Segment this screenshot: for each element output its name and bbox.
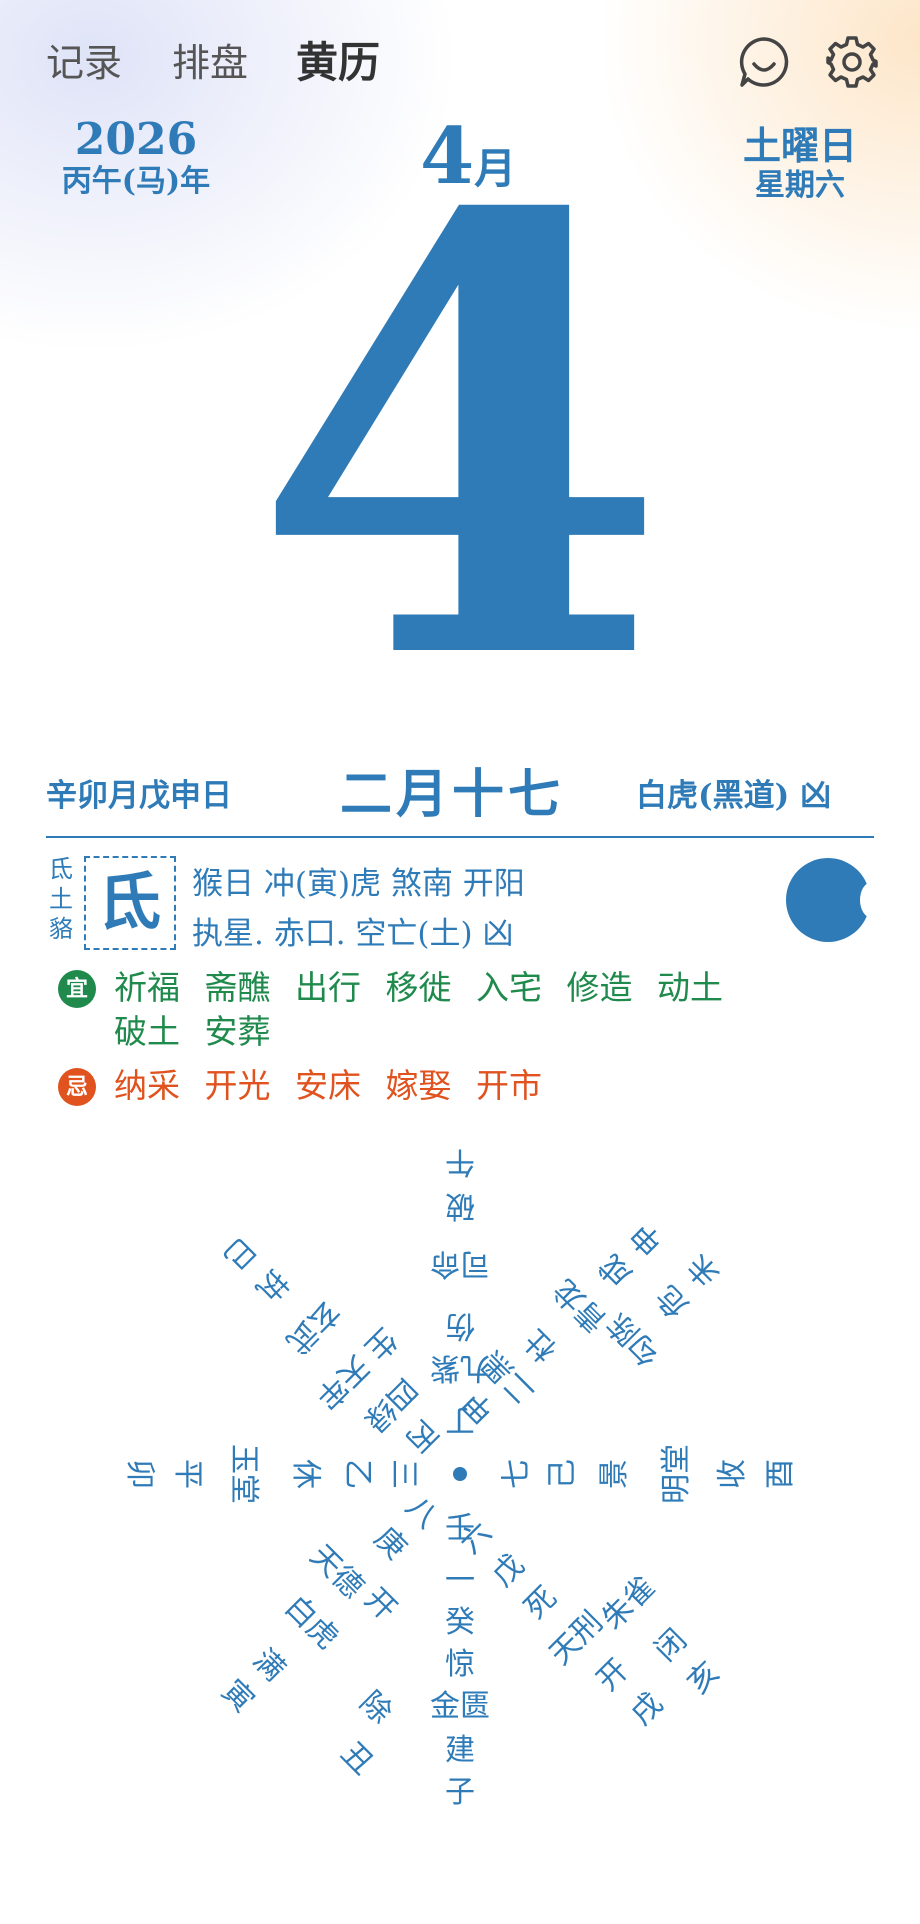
compass-label: 酉 — [763, 1459, 798, 1489]
top-nav: 记录 排盘 黄历 — [0, 32, 700, 92]
yi-badge: 宜 — [58, 970, 96, 1008]
compass-label: 白虎 — [278, 1589, 345, 1656]
smiley-chat-icon[interactable] — [736, 34, 792, 90]
ganzhi-year: 丙午(马)年 — [61, 164, 211, 199]
compass-label: 金匮 — [430, 1689, 490, 1724]
compass-label: 丑 — [334, 1736, 380, 1782]
compass-label: 开 — [590, 1652, 636, 1698]
compass-center-dot — [453, 1467, 467, 1481]
compass-label: 司命 — [430, 1246, 490, 1281]
compass-label: 玄武 — [279, 1293, 346, 1360]
mansion-small-text: 氐土貉 — [49, 855, 73, 943]
compass-label: 戊 — [485, 1548, 531, 1594]
compass-label: 天德 — [303, 1538, 370, 1605]
compass-label: 收 — [715, 1459, 750, 1489]
compass-label: 伤 — [445, 1308, 475, 1343]
compass-label: 丙 — [398, 1412, 444, 1458]
moon-phase-icon — [786, 858, 870, 942]
compass-svg: 午破司命伤九紫丁壬一癸惊金匮建子未危勾陈申成青龙杜二黑甲巳执玄武天牢生四绿丙酉收… — [122, 1144, 798, 1810]
compass-label: 巳 — [216, 1230, 262, 1276]
compass-label: 生 — [357, 1321, 403, 1367]
compass-label: 玉堂 — [226, 1444, 261, 1504]
tab-almanac[interactable]: 黄历 — [296, 29, 380, 90]
compass-label: 寅 — [215, 1673, 261, 1719]
compass-label: 三 — [386, 1459, 421, 1489]
compass-label: 七 — [499, 1459, 534, 1489]
ganzhi-month-day: 辛卯月戊申日 — [46, 778, 232, 814]
compass-label: 执 — [249, 1263, 295, 1309]
ji-badge: 忌 — [58, 1068, 96, 1106]
compass-label: 未 — [681, 1247, 727, 1293]
detail-line-2: 执星. 赤口. 空亡(土) 凶 — [192, 916, 514, 952]
weekday-cn: 星期六 — [755, 168, 845, 203]
compass-label: 亥 — [681, 1655, 727, 1701]
compass-label: 己 — [545, 1459, 580, 1489]
compass-label: 满 — [246, 1642, 292, 1688]
compass-label: 建 — [445, 1733, 475, 1768]
compass-label: 惊 — [445, 1647, 475, 1682]
compass-diagram: 午破司命伤九紫丁壬一癸惊金匮建子未危勾陈申成青龙杜二黑甲巳执玄武 天牢生四绿丙酉收… — [0, 1130, 920, 1910]
compass-label: 午 — [445, 1144, 475, 1179]
weekday-block: 土曜日 星期六 — [720, 124, 880, 204]
compass-label: 开 — [357, 1581, 403, 1627]
year-block: 2026 丙午(马)年 — [46, 116, 226, 200]
compass-label: 子 — [445, 1775, 475, 1810]
info-row: 辛卯月戊申日 二月十七 白虎(黑道) 凶 — [0, 760, 920, 825]
compass-label: 八 — [398, 1490, 444, 1536]
detail-line-1: 猴日 冲(寅)虎 煞南 开阳 — [192, 866, 525, 902]
ji-list: 纳采 开光 安床 嫁娶 开市 — [114, 1066, 542, 1105]
gear-icon[interactable] — [824, 34, 880, 90]
day-god: 白虎(黑道) 凶 — [636, 778, 832, 814]
moon-shadow — [860, 882, 884, 918]
compass-label: 乙 — [340, 1459, 375, 1489]
lunar-date: 二月十七 — [340, 764, 565, 825]
compass-label: 申 — [624, 1216, 670, 1262]
compass-label: 除 — [353, 1685, 399, 1731]
yi-list: 祈福 斋醮 出行 移徙 入宅 修造 动土 破土 安葬 — [114, 968, 723, 1051]
compass-label: 平 — [170, 1459, 205, 1489]
compass-label: 成 — [593, 1247, 639, 1293]
compass-label: 休 — [288, 1459, 323, 1489]
year-number: 2026 — [74, 114, 198, 165]
tab-records[interactable]: 记录 — [46, 32, 122, 87]
tab-chart[interactable]: 排盘 — [172, 32, 248, 87]
compass-label: 危 — [649, 1278, 695, 1324]
mansion-char: 氐 — [84, 856, 176, 950]
compass-label: 戌 — [624, 1686, 670, 1732]
weekday-jp: 土曜日 — [742, 123, 857, 168]
compass-label: 死 — [518, 1580, 564, 1626]
compass-label: 景 — [597, 1459, 632, 1489]
compass-label: 破 — [445, 1188, 475, 1223]
compass-label: 闭 — [648, 1622, 694, 1668]
compass-label: 卯 — [122, 1459, 157, 1489]
compass-label: 癸 — [445, 1605, 475, 1640]
compass-label: 杜 — [518, 1322, 564, 1368]
day-number[interactable]: 4 — [200, 140, 720, 740]
compass-label: 一 — [445, 1563, 475, 1598]
compass-label: 明堂 — [659, 1444, 694, 1504]
divider — [46, 836, 874, 838]
compass-label: 庚 — [367, 1521, 413, 1567]
